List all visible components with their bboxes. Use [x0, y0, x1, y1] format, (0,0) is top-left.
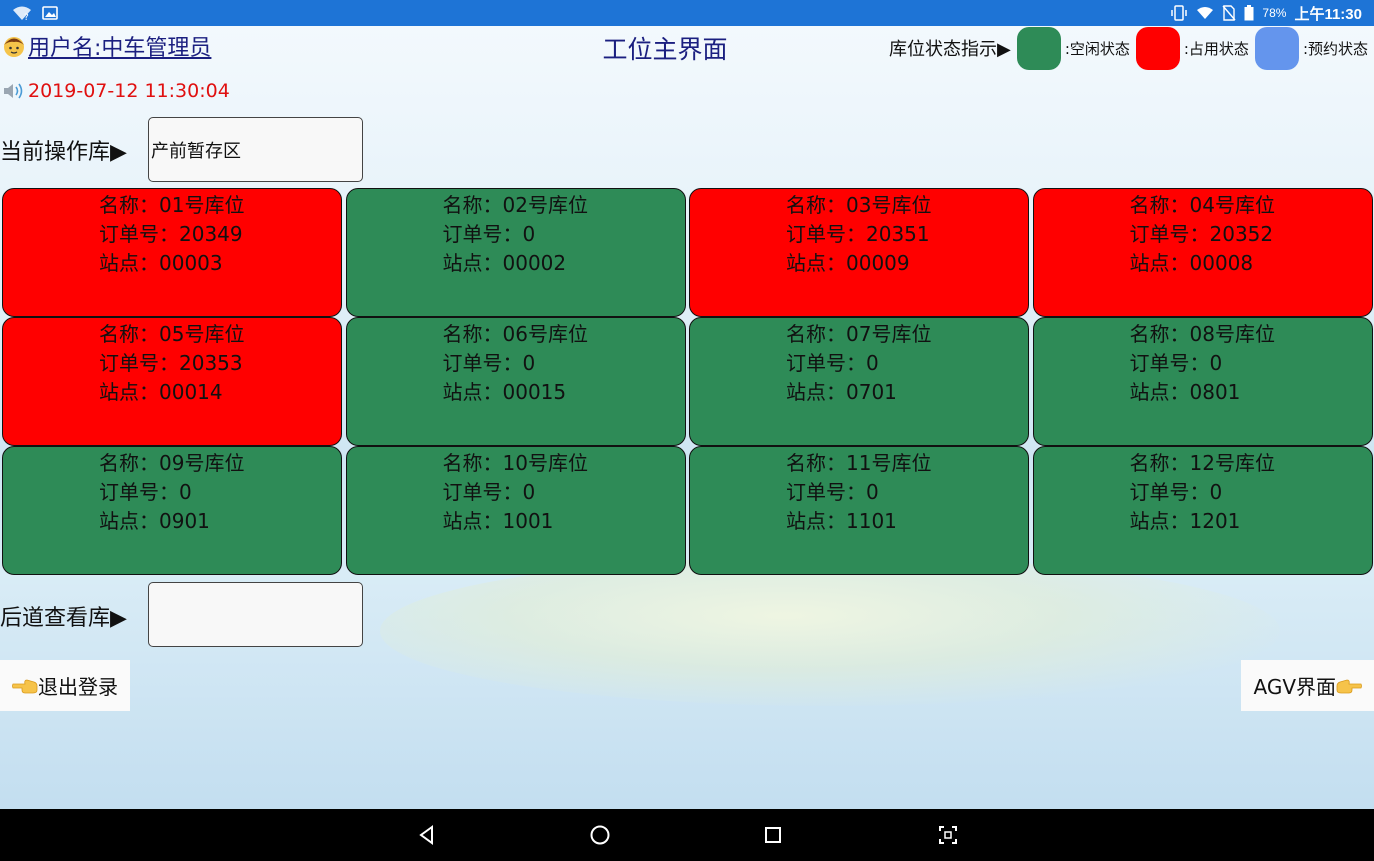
slot-name: 名称：02号库位 [442, 193, 588, 217]
speaker-icon [4, 83, 23, 99]
legend-swatch-busy [1135, 26, 1180, 70]
slot-site: 站点：0801 [1129, 380, 1241, 404]
logout-button[interactable]: 退出登录 [0, 660, 130, 711]
pointing-right-icon [1336, 679, 1362, 693]
slot-order: 订单号：0 [1129, 351, 1223, 375]
legend-swatch-free [1016, 26, 1061, 70]
slot-order: 订单号：20349 [99, 222, 243, 246]
slot-order: 订单号：20352 [1129, 222, 1274, 246]
slot-name: 名称：09号库位 [99, 451, 245, 475]
legend-title: 库位状态指示▶ [888, 39, 1011, 60]
slot-card[interactable]: 名称：07号库位 订单号：0 站点：0701 [689, 317, 1029, 446]
slot-site: 站点：1201 [1129, 509, 1241, 533]
slot-name: 名称：05号库位 [99, 322, 245, 346]
current-store-value: 产前暂存区 [151, 140, 241, 162]
pointing-left-icon [12, 679, 38, 693]
screenshot-icon[interactable] [936, 823, 960, 847]
slot-card[interactable]: 名称：10号库位 订单号：0 站点：1001 [345, 446, 686, 575]
slot-name: 名称：04号库位 [1129, 193, 1275, 217]
slot-order: 订单号：0 [786, 351, 879, 375]
home-icon[interactable] [588, 823, 612, 847]
recents-icon[interactable] [761, 823, 785, 847]
legend-label-free: :空闲状态 [1064, 39, 1130, 58]
slot-card[interactable]: 名称：06号库位 订单号：0 站点：00015 [345, 317, 686, 446]
datetime-text: 2019-07-12 11:30:04 [28, 80, 230, 102]
slot-site: 站点：00009 [786, 251, 910, 275]
slot-name: 名称：12号库位 [1129, 451, 1275, 475]
legend-label-reserved: :预约状态 [1302, 39, 1368, 58]
slot-site: 站点：00003 [99, 251, 223, 275]
slot-site: 站点：00014 [99, 380, 223, 404]
slot-site: 站点：00008 [1129, 251, 1254, 275]
slot-card[interactable]: 名称：04号库位 订单号：20352 站点：00008 [1032, 188, 1373, 317]
slot-name: 名称：07号库位 [786, 322, 932, 346]
wifi-icon [1196, 6, 1214, 20]
agv-button[interactable]: AGV界面 [1241, 660, 1374, 711]
image-icon [42, 5, 58, 21]
no-sim-icon [1222, 5, 1236, 21]
slot-site: 站点：00002 [442, 251, 567, 275]
slot-card[interactable]: 名称：08号库位 订单号：0 站点：0801 [1032, 317, 1373, 446]
legend-swatch-reserved [1254, 26, 1299, 70]
svg-text:?: ? [24, 13, 29, 21]
slot-order: 订单号：0 [1129, 480, 1223, 504]
status-bar: ? 78% 上午11:30 [0, 0, 1374, 26]
slot-order: 订单号：20353 [99, 351, 243, 375]
slot-order: 订单号：0 [442, 480, 536, 504]
slot-card[interactable]: 名称：05号库位 订单号：20353 站点：00014 [2, 317, 342, 446]
slot-name: 名称：03号库位 [786, 193, 932, 217]
battery-icon [1244, 5, 1254, 21]
slot-order: 订单号：0 [442, 222, 536, 246]
slot-name: 名称：01号库位 [99, 193, 245, 217]
app-content: 用户名:中车管理员 工位主界面 库位状态指示▶ :空闲状态 :占用状态 :预约状… [0, 26, 1374, 809]
slot-card[interactable]: 名称：03号库位 订单号：20351 站点：00009 [689, 188, 1029, 317]
legend-label-busy: :占用状态 [1183, 39, 1249, 58]
back-icon[interactable] [415, 823, 439, 847]
logout-label: 退出登录 [38, 675, 118, 699]
battery-percent: 78% [1262, 6, 1287, 20]
datetime: 2019-07-12 11:30:04 [2, 80, 230, 102]
slot-card[interactable]: 名称：09号库位 订单号：0 站点：0901 [2, 446, 342, 575]
current-store-field[interactable]: 产前暂存区 [148, 117, 363, 182]
slot-site: 站点：0901 [99, 509, 210, 533]
slot-site: 站点：1101 [786, 509, 897, 533]
slot-name: 名称：06号库位 [442, 322, 588, 346]
slot-site: 站点：1001 [442, 509, 554, 533]
slot-order: 订单号：0 [786, 480, 879, 504]
agv-label: AGV界面 [1253, 675, 1336, 699]
clock: 上午11:30 [1294, 5, 1362, 23]
navigation-bar [0, 809, 1374, 861]
slot-card[interactable]: 名称：01号库位 订单号：20349 站点：00003 [2, 188, 342, 317]
slot-name: 名称：11号库位 [786, 451, 932, 475]
current-store-label: 当前操作库▶ [0, 140, 127, 165]
slot-site: 站点：00015 [442, 380, 567, 404]
slot-grid: 名称：01号库位 订单号：20349 站点：00003 名称：02号库位 订单号：0 站点… [2, 188, 1373, 576]
status-legend: 库位状态指示▶ :空闲状态 :占用状态 :预约状态 [889, 26, 1374, 70]
vibrate-icon [1170, 5, 1188, 21]
wifi-question-icon: ? [12, 5, 32, 21]
slot-order: 订单号：0 [99, 480, 192, 504]
slot-site: 站点：0701 [786, 380, 897, 404]
slot-card[interactable]: 名称：02号库位 订单号：0 站点：00002 [345, 188, 686, 317]
back-store-field[interactable] [148, 582, 363, 647]
slot-name: 名称：08号库位 [1129, 322, 1275, 346]
slot-card[interactable]: 名称：12号库位 订单号：0 站点：1201 [1032, 446, 1373, 575]
slot-order: 订单号：20351 [786, 222, 930, 246]
slot-name: 名称：10号库位 [442, 451, 588, 475]
slot-order: 订单号：0 [442, 351, 536, 375]
slot-card[interactable]: 名称：11号库位 订单号：0 站点：1101 [689, 446, 1029, 575]
back-store-label: 后道查看库▶ [0, 606, 127, 631]
